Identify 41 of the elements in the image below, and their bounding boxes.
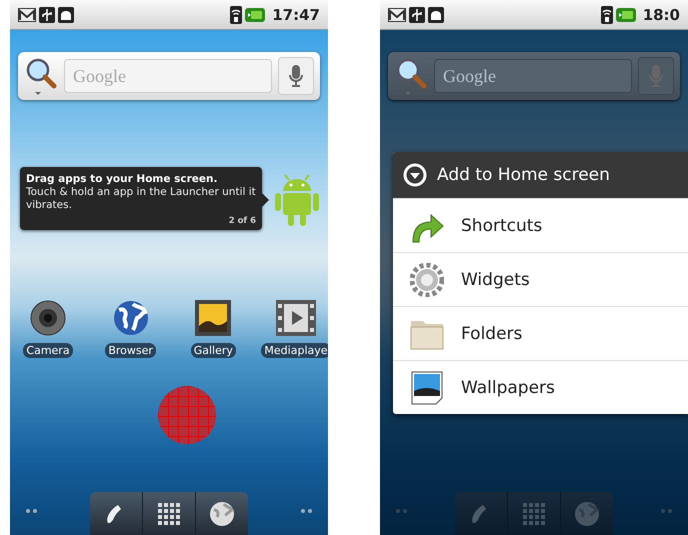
app-label[interactable]: Mediaplaye <box>261 343 328 358</box>
camera-icon <box>30 300 66 336</box>
picture-icon <box>411 370 443 404</box>
clock-time: 17:47 <box>272 6 320 24</box>
battery-icon <box>616 8 636 22</box>
page-counter: 2 of 6 <box>228 216 256 226</box>
microphone-icon <box>289 65 303 87</box>
microphone-icon <box>649 65 663 87</box>
globe-icon <box>112 300 149 336</box>
page-indicator <box>26 508 37 512</box>
tip-text: Touch & hold an app in the Launcher until it vibrates. <box>26 186 256 212</box>
search-icon[interactable] <box>394 56 428 96</box>
dropdown-icon <box>403 163 427 187</box>
app-label[interactable]: Browser <box>105 343 156 358</box>
globe-icon <box>209 500 235 526</box>
globe-icon <box>574 500 600 526</box>
app-label[interactable]: Gallery <box>190 343 236 358</box>
menu-item[interactable]: Shortcuts <box>461 216 542 236</box>
picture-icon <box>195 300 232 336</box>
app-grid-icon <box>158 502 180 524</box>
page-indicator <box>301 508 312 512</box>
app-grid-icon <box>523 502 545 524</box>
usb-icon <box>409 6 425 22</box>
film-icon <box>276 300 316 336</box>
menu-item[interactable]: Widgets <box>461 270 530 290</box>
clock-time: 18:0 <box>642 6 680 24</box>
search-icon[interactable] <box>24 56 58 96</box>
signal-icon <box>600 6 613 24</box>
page-indicator <box>396 508 407 512</box>
menu-item[interactable]: Wallpapers <box>461 378 555 398</box>
tip-title: Drag apps to your Home screen. <box>26 172 219 186</box>
mail-icon <box>388 8 406 22</box>
page-indicator <box>661 508 672 512</box>
app-label[interactable]: Camera <box>23 343 73 358</box>
mail-icon <box>18 8 36 22</box>
battery-icon <box>245 8 266 22</box>
gear-icon <box>410 262 444 296</box>
dialog-title: Add to Home screen <box>437 165 610 185</box>
usb-icon <box>39 6 55 22</box>
menu-item[interactable]: Folders <box>461 324 522 344</box>
signal-icon <box>230 6 242 24</box>
